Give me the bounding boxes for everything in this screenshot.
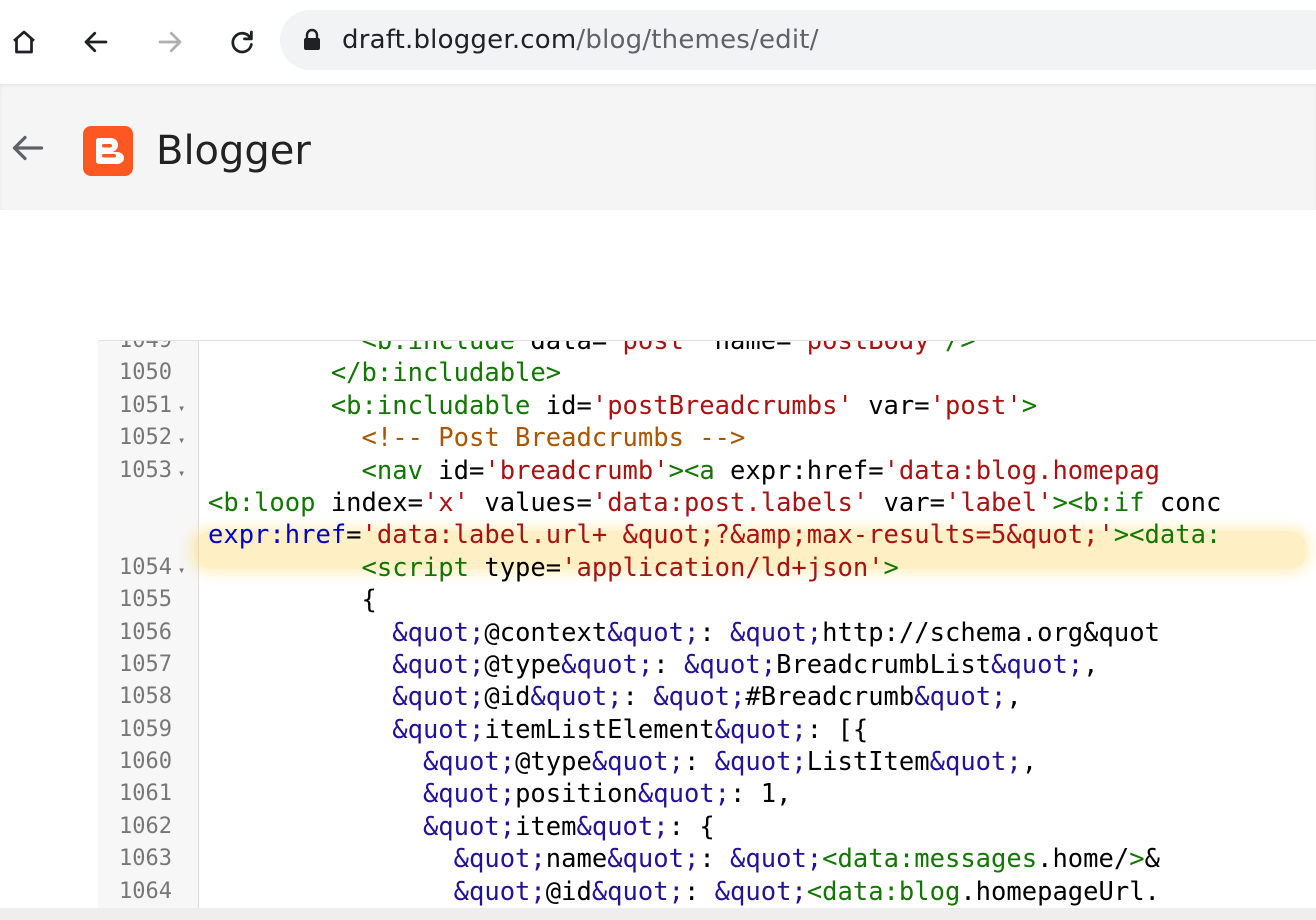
reload-icon — [231, 30, 253, 54]
url-text: draft.blogger.com/blog/themes/edit/ — [342, 25, 819, 55]
line-number: 1062 — [119, 813, 172, 839]
app-title: Blogger — [156, 128, 311, 174]
line-number: 1063 — [119, 846, 172, 872]
code-editor[interactable]: 1049 <b:include data='post' name='postBo… — [98, 340, 1316, 909]
line-number: 1053 — [119, 457, 172, 483]
line-number: 1057 — [119, 651, 172, 677]
bottom-strip — [0, 908, 1316, 920]
code-line[interactable]: 1052 ▾ <!-- Post Breadcrumbs --> — [98, 422, 1316, 454]
code-text: <nav id='breadcrumb'><a expr:href='data:… — [361, 455, 1160, 486]
address-bar[interactable]: draft.blogger.com/blog/themes/edit/ — [280, 10, 1316, 70]
code-text: &quot;item&quot;: { — [422, 811, 715, 842]
code-text: <script type='application/ld+json'> — [361, 552, 899, 583]
forward-arrow-icon — [158, 31, 182, 53]
code-line[interactable]: 1058 &quot;@id&quot;: &quot;#Breadcrumb&… — [98, 681, 1316, 713]
code-line[interactable]: 1051 ▾ <b:includable id='postBreadcrumbs'… — [98, 390, 1316, 422]
code-text: &quot;@type&quot;: &quot;ListItem&quot;, — [422, 747, 1038, 778]
code-text: <b:includable id='postBreadcrumbs' var='… — [330, 390, 1038, 421]
line-number: 1054 — [119, 554, 172, 580]
code-line[interactable]: 1055 { — [98, 584, 1316, 616]
home-icon — [13, 30, 35, 54]
code-line[interactable]: 1063 &quot;name&quot;: &quot;<data:messa… — [98, 843, 1316, 875]
code-line[interactable]: 1053 ▾ <nav id='breadcrumb'><a expr:href=… — [98, 455, 1316, 487]
code-text: &quot;@context&quot;: &quot;http://schem… — [392, 617, 1160, 648]
code-line[interactable]: <b:loop index='x' values='data:post.labe… — [98, 487, 1316, 519]
code-line[interactable]: 1056 &quot;@context&quot;: &quot;http://… — [98, 617, 1316, 649]
home-button[interactable] — [4, 22, 44, 62]
code-text: &quot;@id&quot;: &quot;<data:blog.homepa… — [453, 876, 1160, 907]
line-number: 1056 — [119, 619, 172, 645]
code-text: <b:include data='post' name='postBody'/> — [361, 340, 976, 356]
url-host: draft.blogger.com — [342, 25, 577, 55]
fold-toggle-icon[interactable]: ▾ — [178, 457, 185, 489]
code-line[interactable]: expr:href='data:label.url+ &quot;?&amp;m… — [98, 519, 1316, 551]
line-number: 1055 — [119, 587, 172, 613]
app-header: Blogger — [0, 84, 1316, 210]
code-text: &quot;position&quot;: 1, — [422, 779, 792, 810]
code-line[interactable]: 1060 &quot;@type&quot;: &quot;ListItem&q… — [98, 746, 1316, 778]
blogger-logo — [83, 126, 133, 176]
blogger-logo-icon — [95, 138, 124, 164]
code-line[interactable]: 1057 &quot;@type&quot;: &quot;Breadcrumb… — [98, 649, 1316, 681]
code-line[interactable]: 1054 ▾ <script type='application/ld+json'… — [98, 552, 1316, 584]
line-number: 1061 — [119, 781, 172, 807]
fold-toggle-icon[interactable]: ▾ — [178, 392, 185, 424]
code-line[interactable]: 1062 &quot;item&quot;: { — [98, 811, 1316, 843]
code-area[interactable]: 1049 <b:include data='post' name='postBo… — [98, 340, 1316, 908]
code-text: <!-- Post Breadcrumbs --> — [208, 423, 746, 454]
code-text: expr:href='data:label.url+ &quot;?&amp;m… — [208, 520, 1222, 551]
header-back-button[interactable] — [8, 128, 48, 168]
line-number: 1060 — [119, 749, 172, 775]
fold-toggle-icon[interactable]: ▾ — [178, 554, 185, 586]
code-line[interactable]: 1061 &quot;position&quot;: 1, — [98, 778, 1316, 810]
code-line[interactable]: 1064 &quot;@id&quot;: &quot;<data:blog.h… — [98, 876, 1316, 908]
lock-icon[interactable] — [302, 28, 324, 52]
code-text: { — [208, 585, 377, 616]
browser-toolbar: draft.blogger.com/blog/themes/edit/ — [0, 0, 1316, 84]
line-number: 1051 — [119, 392, 172, 418]
back-arrow-icon — [84, 31, 108, 53]
line-number: 1059 — [119, 716, 172, 742]
reload-button[interactable] — [222, 22, 262, 62]
code-text: </b:includable> — [330, 358, 562, 389]
fold-toggle-icon[interactable]: ▾ — [178, 424, 185, 456]
back-button[interactable] — [76, 22, 116, 62]
line-number: 1052 — [119, 425, 172, 451]
line-number: 1050 — [119, 360, 172, 386]
code-line[interactable]: 1059 &quot;itemListElement&quot;: [{ — [98, 714, 1316, 746]
url-path: /blog/themes/edit/ — [576, 25, 819, 55]
code-text: &quot;@type&quot;: &quot;BreadcrumbList&… — [392, 649, 1099, 680]
back-arrow-icon — [12, 135, 44, 161]
code-text: &quot;name&quot;: &quot;<data:messages.h… — [453, 844, 1160, 875]
code-text: <b:loop index='x' values='data:post.labe… — [208, 487, 1222, 518]
line-number: 1049 — [119, 340, 172, 353]
forward-button[interactable] — [150, 22, 190, 62]
code-text: &quot;@id&quot;: &quot;#Breadcrumb&quot;… — [392, 682, 1022, 713]
code-text: &quot;itemListElement&quot;: [{ — [392, 714, 869, 745]
line-number: 1064 — [119, 878, 172, 904]
code-line[interactable]: 1050 </b:includable> — [98, 357, 1316, 389]
code-line[interactable]: 1049 <b:include data='post' name='postBo… — [98, 340, 1316, 357]
line-number: 1058 — [119, 684, 172, 710]
